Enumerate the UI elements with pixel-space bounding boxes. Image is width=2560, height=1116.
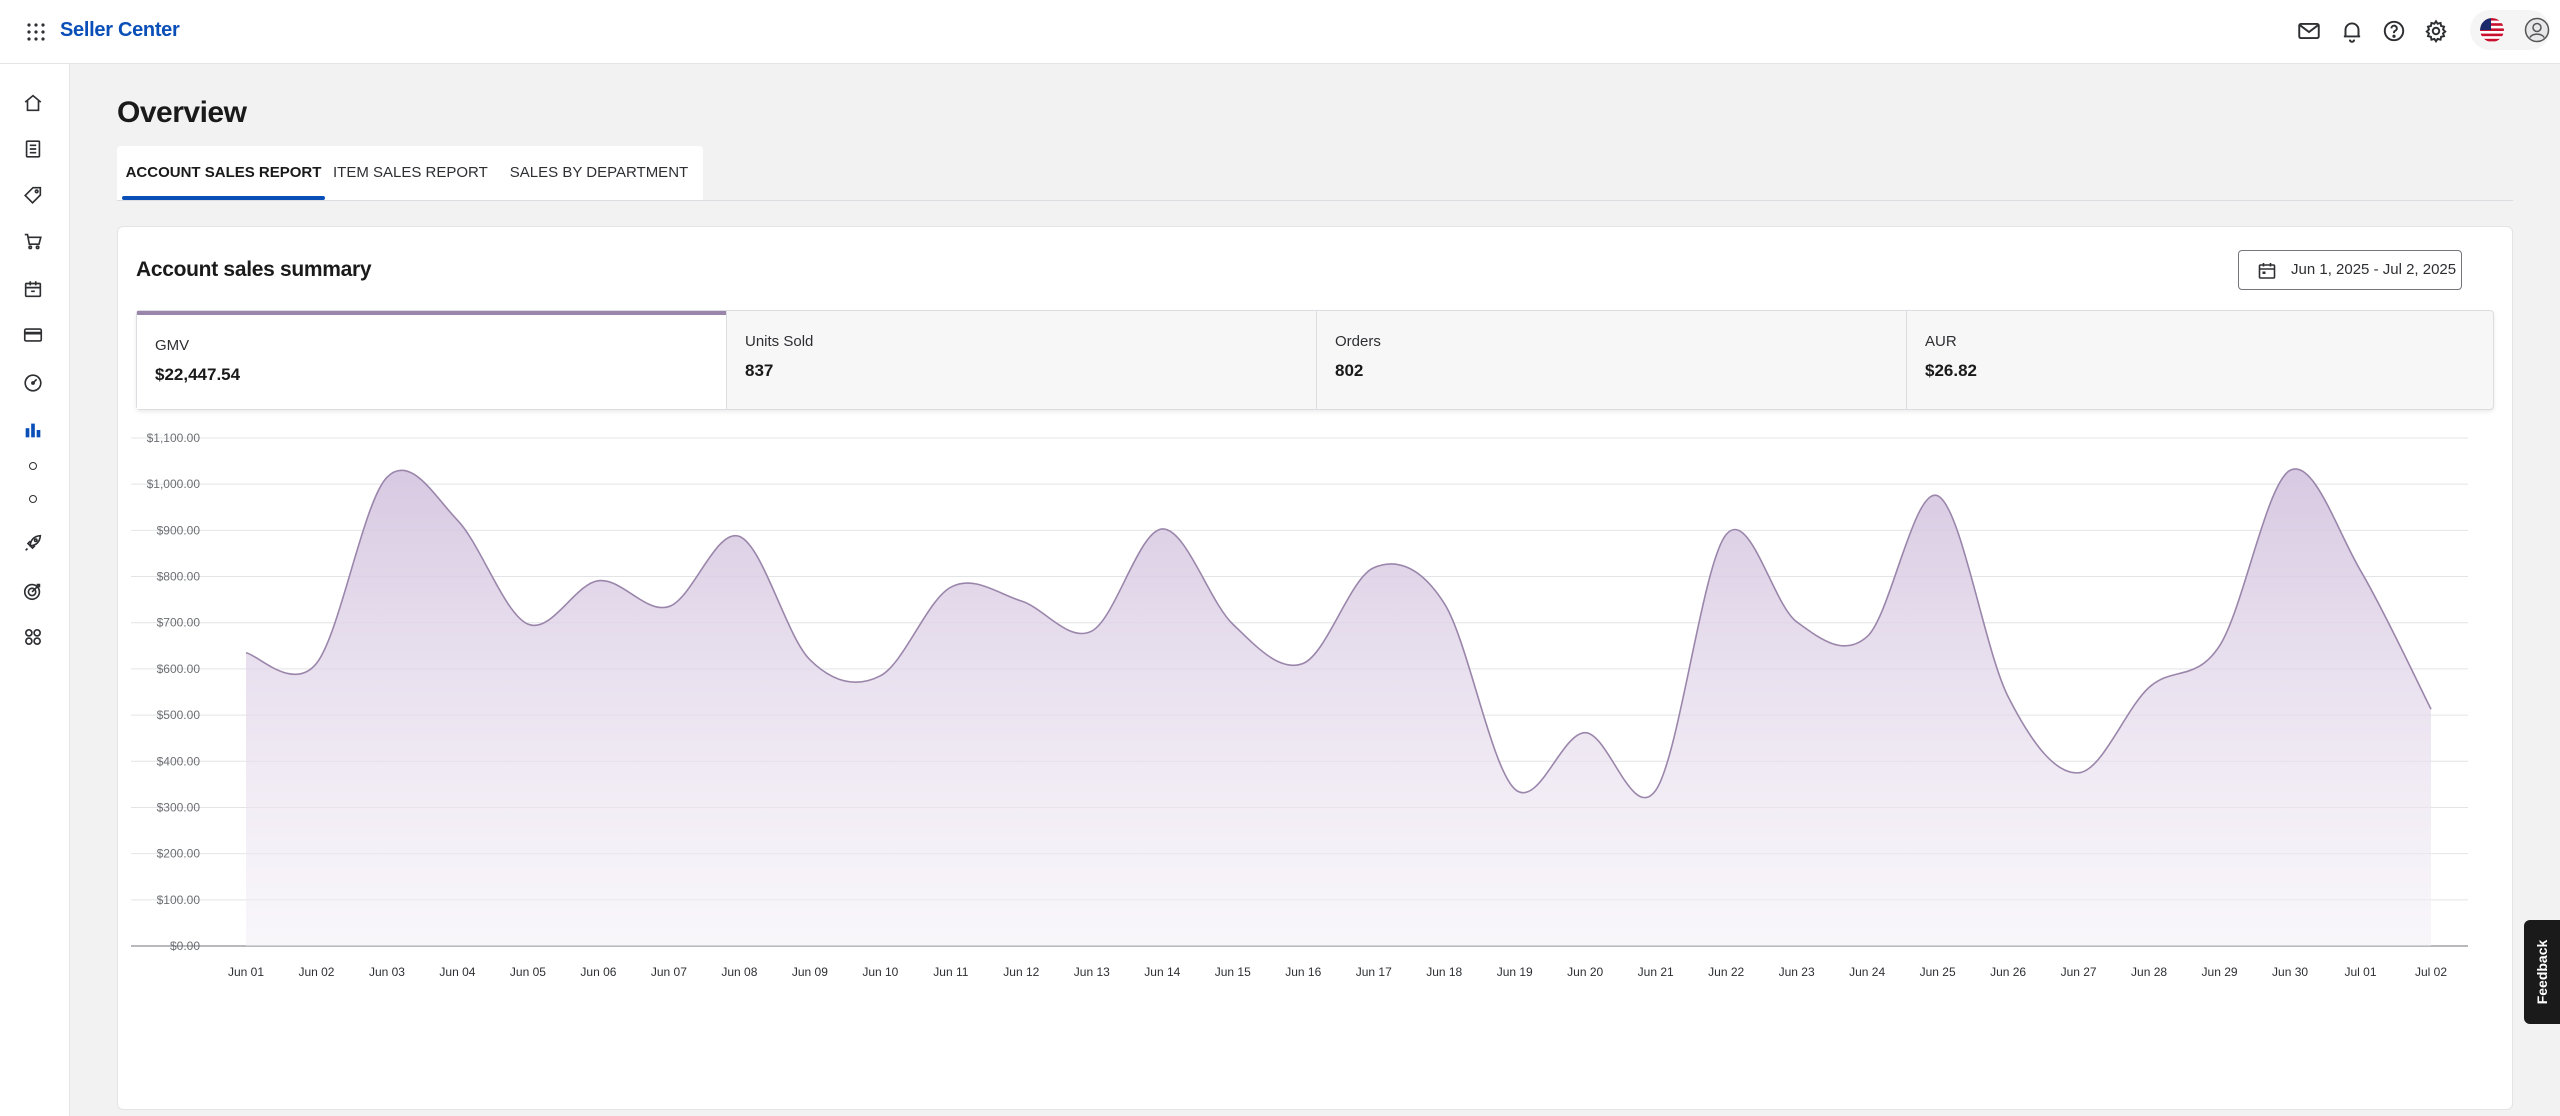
tab-item-sales-report[interactable]: ITEM SALES REPORT [333, 146, 488, 200]
x-tick-label: Jun 05 [510, 965, 546, 979]
y-tick-label: $800.00 [157, 570, 201, 584]
x-tick-label: Jun 27 [2061, 965, 2097, 979]
x-tick-label: Jul 02 [2415, 965, 2447, 979]
account-sales-summary-card: Account sales summary Jun 1, 2025 - Jul … [117, 226, 2513, 1110]
x-tick-label: Jun 13 [1074, 965, 1110, 979]
gmv-area-fill [246, 468, 2431, 946]
top-bar: Seller Center [0, 0, 2560, 64]
x-tick-label: Jun 09 [792, 965, 828, 979]
x-tick-label: Jun 03 [369, 965, 405, 979]
y-tick-label: $300.00 [157, 800, 201, 814]
x-tick-label: Jun 19 [1497, 965, 1533, 979]
y-tick-label: $900.00 [157, 523, 201, 537]
feedback-label: Feedback [2534, 939, 2550, 1005]
left-sidebar [0, 64, 70, 1116]
payment-card-icon[interactable] [22, 324, 44, 346]
x-tick-label: Jun 12 [1003, 965, 1039, 979]
y-tick-label: $0.00 [170, 939, 200, 953]
app-grid-icon[interactable] [24, 20, 48, 44]
tab-sales-by-department[interactable]: SALES BY DEPARTMENT [509, 146, 689, 200]
y-tick-label: $500.00 [157, 708, 201, 722]
orders-icon[interactable] [22, 138, 44, 160]
y-tick-label: $200.00 [157, 847, 201, 861]
x-tick-label: Jun 23 [1779, 965, 1815, 979]
mail-icon[interactable] [2296, 18, 2322, 44]
submenu-dot-1[interactable] [29, 462, 37, 470]
x-tick-label: Jun 30 [2272, 965, 2308, 979]
submenu-dot-2[interactable] [29, 495, 37, 503]
target-icon[interactable] [22, 580, 44, 602]
x-tick-label: Jun 01 [228, 965, 264, 979]
x-tick-label: Jul 01 [2345, 965, 2377, 979]
x-tick-label: Jun 08 [721, 965, 757, 979]
performance-gauge-icon[interactable] [22, 372, 44, 394]
x-tick-label: Jun 10 [862, 965, 898, 979]
help-icon[interactable] [2381, 18, 2407, 44]
y-tick-label: $1,000.00 [147, 477, 201, 491]
x-tick-label: Jun 02 [298, 965, 334, 979]
x-tick-label: Jun 06 [580, 965, 616, 979]
x-tick-label: Jun 20 [1567, 965, 1603, 979]
feedback-button[interactable]: Feedback [2524, 920, 2560, 1024]
home-icon[interactable] [22, 92, 44, 114]
gmv-area-chart: $0.00 $100.00 $200.00 $300.00 $400.00 $500.00… [131, 431, 2468, 979]
x-tick-label: Jun 28 [2131, 965, 2167, 979]
report-tabs: ACCOUNT SALES REPORT ITEM SALES REPORT S… [117, 146, 703, 200]
settings-gear-icon[interactable] [2423, 18, 2449, 44]
x-tick-label: Jun 15 [1215, 965, 1251, 979]
tag-icon[interactable] [22, 184, 44, 206]
user-avatar-icon[interactable] [2524, 17, 2550, 43]
y-tick-label: $1,100.00 [147, 431, 201, 445]
chart-x-ticks: Jun 01 Jun 02 Jun 03 Jun 04 Jun 05 Jun 06 Jun … [228, 965, 2447, 979]
x-tick-label: Jun 26 [1990, 965, 2026, 979]
y-tick-label: $100.00 [157, 893, 201, 907]
x-tick-label: Jun 11 [933, 965, 968, 979]
box-icon[interactable] [22, 278, 44, 300]
x-tick-label: Jun 25 [1920, 965, 1956, 979]
x-tick-label: Jun 18 [1426, 965, 1462, 979]
x-tick-label: Jun 17 [1356, 965, 1392, 979]
x-tick-label: Jun 07 [651, 965, 687, 979]
us-flag-icon[interactable] [2480, 18, 2504, 42]
tabs-divider [117, 200, 2513, 201]
cart-icon[interactable] [22, 230, 44, 252]
x-tick-label: Jun 14 [1144, 965, 1180, 979]
page-title: Overview [117, 96, 247, 129]
bell-icon[interactable] [2339, 18, 2365, 44]
x-tick-label: Jun 16 [1285, 965, 1321, 979]
analytics-bar-chart-icon[interactable] [22, 419, 44, 441]
x-tick-label: Jun 21 [1638, 965, 1674, 979]
tab-account-sales-report[interactable]: ACCOUNT SALES REPORT [122, 146, 325, 200]
rocket-icon[interactable] [22, 532, 44, 554]
x-tick-label: Jun 22 [1708, 965, 1744, 979]
x-tick-label: Jun 24 [1849, 965, 1885, 979]
x-tick-label: Jun 29 [2202, 965, 2238, 979]
y-tick-label: $700.00 [157, 616, 201, 630]
x-tick-label: Jun 04 [439, 965, 475, 979]
chart-y-ticks: $0.00 $100.00 $200.00 $300.00 $400.00 $500.00… [147, 431, 201, 953]
apps-icon[interactable] [22, 626, 44, 648]
brand-logo[interactable]: Seller Center [60, 16, 180, 44]
y-tick-label: $600.00 [157, 662, 201, 676]
y-tick-label: $400.00 [157, 754, 201, 768]
